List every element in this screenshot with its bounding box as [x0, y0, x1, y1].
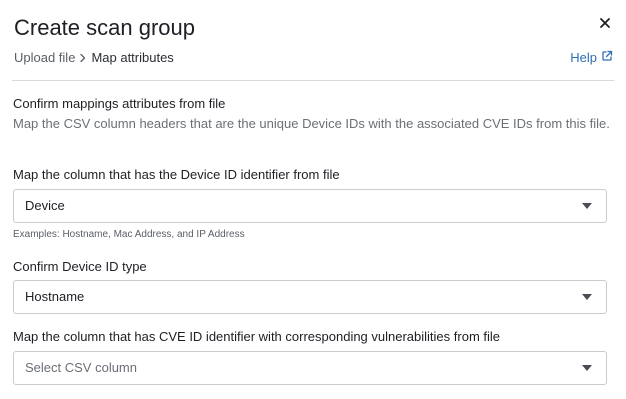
device-id-column-hint: Examples: Hostname, Mac Address, and IP … [13, 229, 245, 240]
section-description: Map the CSV column headers that are the … [13, 116, 610, 131]
breadcrumb-map-attributes: Map attributes [91, 50, 174, 65]
cve-column-select[interactable]: Select CSV column [13, 351, 607, 385]
external-link-icon [601, 49, 613, 67]
create-scan-group-dialog: Create scan group Upload file Map attrib… [0, 0, 626, 399]
breadcrumb-upload-file[interactable]: Upload file [14, 49, 75, 67]
close-icon[interactable] [596, 14, 614, 32]
breadcrumb: Upload file Map attributes [14, 49, 174, 67]
dialog-title: Create scan group [14, 15, 195, 40]
device-id-type-label: Confirm Device ID type [13, 259, 147, 274]
device-id-column-select[interactable]: Device [13, 189, 607, 223]
caret-down-icon [582, 203, 592, 209]
help-label: Help [570, 50, 597, 65]
caret-down-icon [582, 365, 592, 371]
device-id-column-value: Device [25, 198, 65, 213]
section-title: Confirm mappings attributes from file [13, 96, 226, 111]
device-id-type-select[interactable]: Hostname [13, 280, 607, 314]
header-divider [12, 80, 614, 81]
help-link[interactable]: Help [570, 49, 613, 67]
cve-column-placeholder: Select CSV column [25, 360, 137, 375]
device-id-column-label: Map the column that has the Device ID id… [13, 167, 340, 182]
device-id-type-value: Hostname [25, 289, 85, 304]
cve-column-label: Map the column that has CVE ID identifie… [13, 329, 501, 344]
caret-down-icon [582, 294, 592, 300]
chevron-right-icon [79, 53, 87, 63]
